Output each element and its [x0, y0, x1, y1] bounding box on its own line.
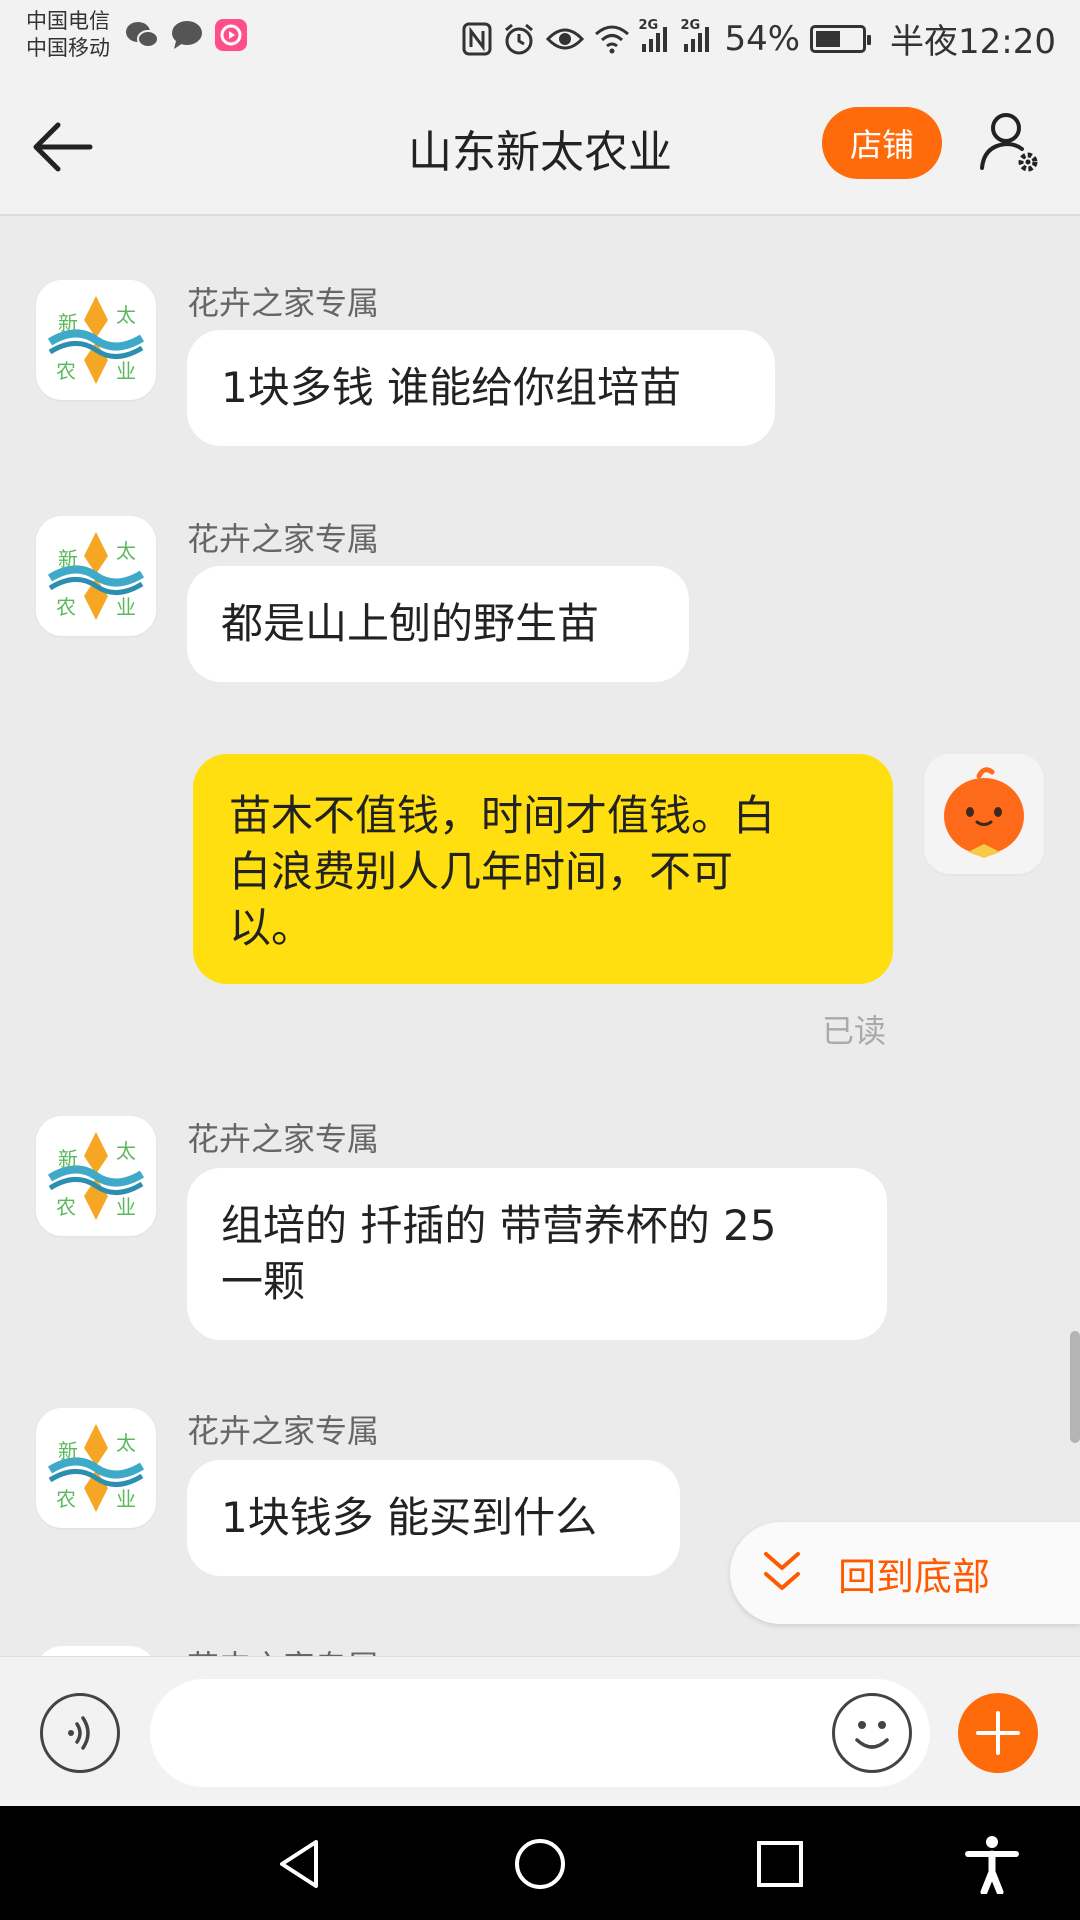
- nav-home-icon: [515, 1839, 565, 1889]
- message-line: 苗木不值钱，时间才值钱。白: [229, 791, 776, 840]
- shop-button[interactable]: 店铺: [822, 107, 942, 179]
- avatar[interactable]: 新 太 农 业: [36, 280, 156, 400]
- avatar[interactable]: [36, 1646, 156, 1656]
- xintai-logo-icon: 新 太 农 业: [47, 532, 145, 620]
- logo-char: 太: [116, 1431, 136, 1455]
- logo-char: 新: [58, 1147, 78, 1171]
- network-type-2: 2G: [680, 17, 701, 33]
- message-input[interactable]: [150, 1679, 930, 1787]
- nav-back-icon: [280, 1840, 318, 1888]
- chat-screen: 中国电信 中国移动 2G 2G 54% 半夜12:20 山东新太农业 店铺 新 …: [0, 0, 1080, 1920]
- plus-icon: [976, 1711, 1020, 1755]
- carrier-2: 中国移动: [26, 36, 110, 60]
- sender-name: 花卉之家专属: [187, 1120, 380, 1158]
- sender-name: 花卉之家专属: [187, 520, 380, 558]
- logo-char: 农: [56, 595, 76, 619]
- status-indicators: 2G 2G 54% 半夜12:20: [462, 14, 1056, 63]
- carrier-labels: 中国电信 中国移动: [26, 8, 110, 62]
- signal-icon: 2G: [638, 18, 672, 54]
- message-icon: [170, 19, 204, 51]
- logo-char: 农: [56, 359, 76, 383]
- back-arrow-icon: [33, 122, 93, 172]
- logo-char: 业: [116, 595, 136, 619]
- message-bubble[interactable]: 组培的 扦插的 带营养杯的 25 一颗: [187, 1168, 887, 1340]
- message-line: 组培的 扦插的 带营养杯的 25: [221, 1201, 777, 1250]
- battery-icon: [810, 24, 872, 53]
- alarm-icon: [502, 22, 536, 56]
- carrier-1: 中国电信: [26, 9, 110, 33]
- xintai-logo-icon: 新 太 农 业: [47, 1424, 145, 1512]
- logo-char: 业: [116, 1487, 136, 1511]
- network-type-1: 2G: [638, 17, 659, 33]
- message-list[interactable]: 新 太 农 业 花卉之家专属 1块多钱 谁能给你组培苗 新 太 农 业 花卉之家…: [0, 218, 1080, 1656]
- logo-char: 新: [58, 1439, 78, 1463]
- logo-char: 太: [116, 303, 136, 327]
- wifi-icon: [594, 24, 630, 54]
- message-line: 白浪费别人几年时间，不可: [229, 847, 734, 896]
- clock: 半夜12:20: [890, 22, 1056, 62]
- status-app-icons: [124, 18, 248, 52]
- message-line: 以。: [229, 903, 314, 952]
- logo-char: 新: [58, 547, 78, 571]
- accessibility-button[interactable]: [962, 1834, 1022, 1896]
- signal-icon: 2G: [680, 18, 714, 54]
- eye-icon: [546, 25, 585, 53]
- read-status: 已读: [822, 1012, 887, 1050]
- battery-percent: 54%: [724, 18, 801, 59]
- message-bubble[interactable]: 1块钱多 能买到什么: [187, 1460, 680, 1576]
- my-message-bubble[interactable]: 苗木不值钱，时间才值钱。白 白浪费别人几年时间，不可 以。: [193, 754, 893, 984]
- accessibility-icon: [965, 1836, 1019, 1896]
- user-settings-icon: [980, 113, 1038, 172]
- xintai-logo-icon: 新 太 农 业: [47, 296, 145, 384]
- logo-char: 太: [116, 1139, 136, 1163]
- wechat-icon: [124, 19, 160, 51]
- message-bubble[interactable]: 都是山上刨的野生苗: [187, 566, 689, 682]
- video-app-icon: [214, 18, 248, 52]
- status-bar: 中国电信 中国移动 2G 2G 54% 半夜12:20: [0, 0, 1080, 76]
- avatar[interactable]: 新 太 农 业: [36, 1408, 156, 1528]
- input-bar: [0, 1656, 1080, 1806]
- nav-back-button[interactable]: [270, 1834, 330, 1894]
- nav-home-button[interactable]: [510, 1834, 570, 1894]
- nav-recent-icon: [757, 1841, 803, 1887]
- back-to-bottom-label: 回到底部: [838, 1554, 991, 1599]
- avatar[interactable]: 新 太 农 业: [36, 1116, 156, 1236]
- sender-name: 花卉之家专属: [187, 1412, 380, 1450]
- sender-name: 花卉之家专属: [187, 284, 380, 322]
- avatar[interactable]: 新 太 农 业: [36, 516, 156, 636]
- emoji-button[interactable]: [832, 1693, 912, 1773]
- user-settings-button[interactable]: [976, 106, 1046, 176]
- nav-recent-button[interactable]: [750, 1834, 810, 1894]
- logo-char: 农: [56, 1195, 76, 1219]
- voice-icon: [68, 1716, 90, 1750]
- message-bubble[interactable]: 1块多钱 谁能给你组培苗: [187, 330, 775, 446]
- mascot-avatar-icon: [924, 754, 1044, 874]
- back-to-bottom-button[interactable]: 回到底部: [730, 1522, 1080, 1624]
- logo-char: 业: [116, 359, 136, 383]
- chat-header: 山东新太农业 店铺: [0, 76, 1080, 216]
- more-actions-button[interactable]: [958, 1693, 1038, 1773]
- nfc-icon: [462, 22, 492, 56]
- sender-name: 花卉之家专属: [187, 1642, 379, 1656]
- logo-char: 太: [116, 539, 136, 563]
- logo-char: 农: [56, 1487, 76, 1511]
- scrollbar[interactable]: [1070, 1331, 1080, 1443]
- emoji-icon: [855, 1721, 889, 1749]
- message-line: 一颗: [221, 1257, 306, 1306]
- my-avatar[interactable]: [924, 754, 1044, 874]
- voice-button[interactable]: [40, 1693, 120, 1773]
- system-nav-bar: [0, 1806, 1080, 1920]
- back-button[interactable]: [28, 112, 108, 182]
- logo-char: 新: [58, 311, 78, 335]
- xintai-logo-icon: 新 太 农 业: [47, 1132, 145, 1220]
- logo-char: 业: [116, 1195, 136, 1219]
- double-chevron-down-icon: [764, 1552, 800, 1590]
